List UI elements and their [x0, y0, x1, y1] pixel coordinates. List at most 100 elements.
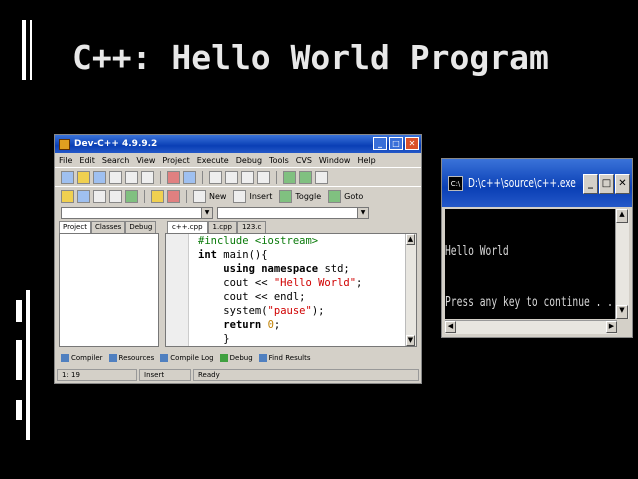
tab-classes[interactable]: Classes: [90, 221, 126, 233]
options-icon[interactable]: [109, 189, 122, 203]
code-line[interactable]: using namespace std;: [198, 262, 362, 276]
tab-compile-log[interactable]: Compile Log: [160, 354, 214, 362]
compile-run-icon[interactable]: [315, 170, 328, 184]
tab-file-cpp[interactable]: c++.cpp: [167, 221, 208, 233]
tab-find-results[interactable]: Find Results: [258, 354, 311, 362]
bottom-tabs: Compiler Resources Compile Log Debug Fin…: [57, 351, 311, 365]
close-button[interactable]: ✕: [405, 137, 419, 150]
scroll-down-icon[interactable]: ▼: [616, 305, 628, 319]
console-line: Hello World: [445, 244, 509, 259]
new-class-icon[interactable]: [193, 189, 206, 203]
workspace: Project Classes Debug c++.cpp 1.cpp 123.…: [57, 221, 419, 349]
devcpp-titlebar[interactable]: Dev-C++ 4.9.9.2 _ □ ✕: [55, 135, 421, 153]
console-app-icon: C:\: [448, 175, 463, 191]
project-icon[interactable]: [61, 189, 74, 203]
insert-button[interactable]: Insert: [249, 192, 272, 201]
tab-debug[interactable]: Debug: [125, 221, 157, 233]
menu-file[interactable]: File: [59, 156, 72, 165]
goto-bookmark-icon[interactable]: [328, 189, 342, 203]
menu-search[interactable]: Search: [102, 156, 129, 165]
member-select[interactable]: ▼: [217, 207, 369, 219]
class-select[interactable]: ▼: [61, 207, 213, 219]
resources-icon: [108, 354, 117, 362]
code-text[interactable]: #include <iostream> int main(){ using nam…: [198, 234, 362, 346]
menu-window[interactable]: Window: [319, 156, 351, 165]
scroll-right-icon[interactable]: ▶: [606, 321, 617, 333]
code-line[interactable]: }: [198, 332, 362, 346]
minimize-button[interactable]: _: [373, 137, 387, 150]
console-close-button[interactable]: ✕: [615, 174, 630, 194]
scroll-left-icon[interactable]: ◀: [445, 321, 456, 333]
console-output[interactable]: Hello World Press any key to continue . …: [445, 209, 617, 319]
menu-project[interactable]: Project: [162, 156, 189, 165]
code-line[interactable]: system("pause");: [198, 304, 362, 318]
console-minimize-button[interactable]: _: [583, 174, 598, 194]
toggle-bookmark-icon[interactable]: [279, 189, 293, 203]
save-icon[interactable]: [93, 170, 106, 184]
find-icon[interactable]: [209, 170, 222, 184]
project-browser[interactable]: [59, 233, 159, 347]
insert-icon[interactable]: [233, 189, 247, 203]
run-icon[interactable]: [299, 170, 312, 184]
code-line[interactable]: int main(){: [198, 248, 362, 262]
menu-debug[interactable]: Debug: [236, 156, 262, 165]
tab-resources[interactable]: Resources: [108, 354, 154, 362]
left-panel-tabs: Project Classes Debug: [59, 221, 157, 233]
console-maximize-button[interactable]: □: [599, 174, 614, 194]
replace-icon[interactable]: [225, 170, 238, 184]
toolbar-separator: [202, 170, 203, 184]
main-toolbar: [55, 167, 421, 186]
scroll-down-icon[interactable]: ▼: [406, 335, 415, 346]
undo-icon[interactable]: [167, 170, 180, 184]
class-combos: ▼ ▼: [55, 205, 421, 221]
about-icon[interactable]: [167, 189, 180, 203]
console-vertical-scrollbar[interactable]: ▲ ▼: [615, 209, 629, 319]
code-line[interactable]: return 0;: [198, 318, 362, 332]
open-folder-icon[interactable]: [77, 170, 90, 184]
menu-edit[interactable]: Edit: [79, 156, 95, 165]
save-all-icon[interactable]: [109, 170, 122, 184]
tab-compiler[interactable]: Compiler: [61, 354, 103, 362]
tab-debug-output[interactable]: Debug: [219, 354, 253, 362]
chevron-down-icon[interactable]: ▼: [357, 208, 368, 218]
console-titlebar[interactable]: C:\ D:\c++\source\c++.exe _ □ ✕: [442, 159, 632, 207]
menu-help[interactable]: Help: [357, 156, 375, 165]
check-icon[interactable]: [125, 189, 138, 203]
console-horizontal-scrollbar[interactable]: ◀ ▶: [445, 320, 617, 334]
help-icon[interactable]: [151, 189, 164, 203]
menu-view[interactable]: View: [136, 156, 155, 165]
new-file-icon[interactable]: [61, 170, 74, 184]
tab-compile-log-label: Compile Log: [170, 354, 214, 362]
chevron-down-icon[interactable]: ▼: [201, 208, 212, 218]
tab-file-123c[interactable]: 123.c: [236, 221, 267, 233]
scroll-up-icon[interactable]: ▲: [616, 209, 628, 223]
chart-icon: [160, 354, 169, 362]
code-line[interactable]: cout << endl;: [198, 290, 362, 304]
compile-icon[interactable]: [283, 170, 296, 184]
status-position: 1: 19: [57, 369, 137, 381]
goto-button[interactable]: Goto: [344, 192, 363, 201]
window-icon[interactable]: [77, 189, 90, 203]
code-line[interactable]: #include <iostream>: [198, 234, 362, 248]
toolbar-separator: [160, 170, 161, 184]
editor-scrollbar[interactable]: ▲ ▼: [405, 234, 416, 346]
devcpp-window-title: Dev-C++ 4.9.9.2: [74, 139, 158, 149]
tab-project[interactable]: Project: [59, 221, 91, 233]
scroll-up-icon[interactable]: ▲: [406, 234, 415, 245]
tab-file-1cpp[interactable]: 1.cpp: [207, 221, 237, 233]
code-line[interactable]: cout << "Hello World";: [198, 276, 362, 290]
secondary-toolbar: New Insert Toggle Goto: [55, 186, 421, 205]
redo-icon[interactable]: [183, 170, 196, 184]
menu-tools[interactable]: Tools: [269, 156, 289, 165]
close-file-icon[interactable]: [125, 170, 138, 184]
print-icon[interactable]: [141, 170, 154, 184]
menu-execute[interactable]: Execute: [197, 156, 229, 165]
find-next-icon[interactable]: [241, 170, 254, 184]
goto-line-icon[interactable]: [257, 170, 270, 184]
new-button[interactable]: New: [209, 192, 226, 201]
code-editor[interactable]: #include <iostream> int main(){ using nam…: [165, 233, 417, 347]
toggle-button[interactable]: Toggle: [295, 192, 321, 201]
maximize-button[interactable]: □: [389, 137, 403, 150]
menu-cvs[interactable]: CVS: [296, 156, 312, 165]
grid-icon[interactable]: [93, 189, 106, 203]
